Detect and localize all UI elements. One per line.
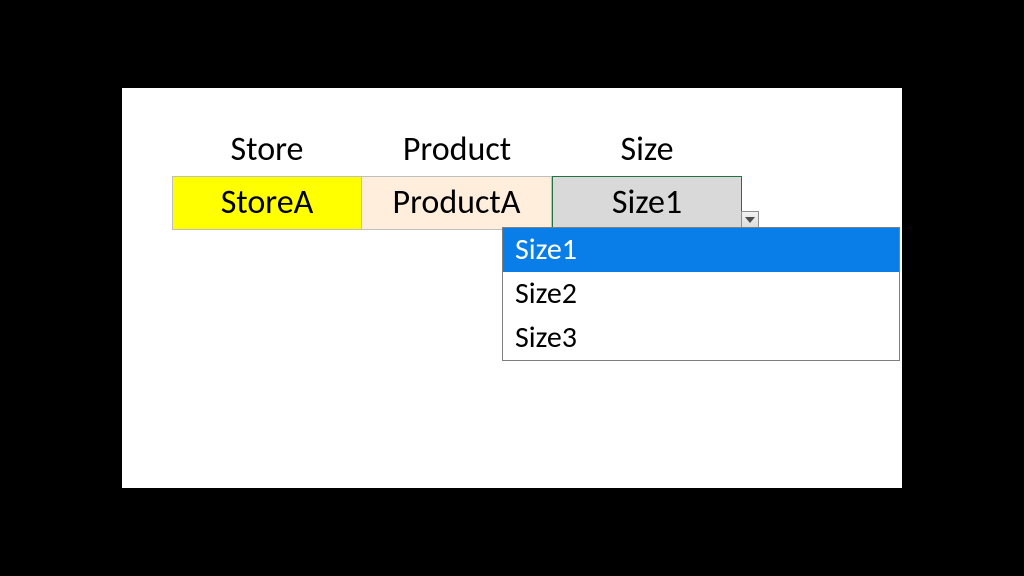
cell-product[interactable]: ProductA	[362, 176, 552, 230]
dropdown-option-1[interactable]: Size2	[503, 272, 899, 316]
header-product: Product	[362, 123, 552, 176]
cell-product-value: ProductA	[393, 182, 521, 223]
data-row: StoreA ProductA Size1 Size1 Size2 Size3	[172, 176, 852, 230]
header-store: Store	[172, 123, 362, 176]
cell-store[interactable]: StoreA	[172, 176, 362, 230]
header-row: Store Product Size	[172, 123, 852, 176]
cell-store-value: StoreA	[221, 182, 314, 223]
size-dropdown-list[interactable]: Size1 Size2 Size3	[502, 227, 900, 361]
dropdown-option-2[interactable]: Size3	[503, 316, 899, 360]
header-size: Size	[552, 123, 742, 176]
dropdown-option-0[interactable]: Size1	[503, 228, 899, 272]
cell-size-value: Size1	[612, 182, 682, 223]
chevron-down-icon	[745, 217, 755, 223]
cell-size[interactable]: Size1	[552, 176, 742, 230]
spreadsheet-panel: Store Product Size StoreA ProductA Size1…	[122, 88, 902, 488]
